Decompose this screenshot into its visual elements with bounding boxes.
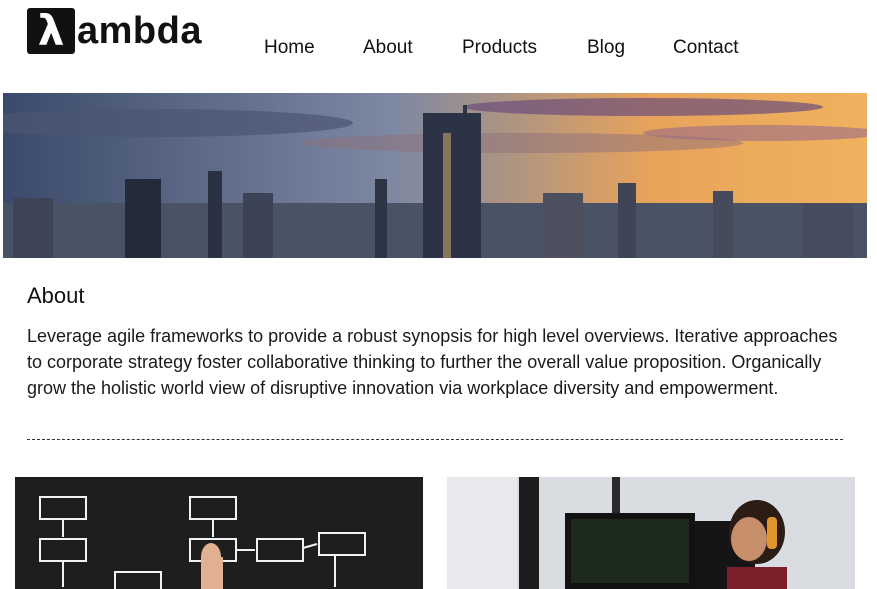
developer-illustration [447, 477, 855, 589]
brand-name: ambda [77, 9, 202, 52]
nav-item-contact[interactable]: Contact [673, 37, 738, 59]
about-heading: About [27, 283, 85, 308]
nav-item-home[interactable]: Home [264, 37, 315, 59]
nav-item-blog[interactable]: Blog [587, 37, 625, 59]
nav-item-about[interactable]: About [363, 37, 413, 59]
skyline-illustration [3, 93, 867, 258]
brand-logo[interactable]: λ ambda [27, 7, 202, 55]
flowchart-card-image[interactable] [15, 477, 423, 589]
about-paragraph: Leverage agile frameworks to provide a r… [27, 326, 838, 398]
section-divider [27, 439, 843, 440]
lambda-logo-icon: λ [27, 8, 75, 54]
nav-item-products[interactable]: Products [462, 37, 537, 59]
flowchart-illustration [39, 496, 366, 589]
developer-card-image[interactable] [447, 477, 855, 589]
hero-skyline-image [3, 93, 867, 258]
